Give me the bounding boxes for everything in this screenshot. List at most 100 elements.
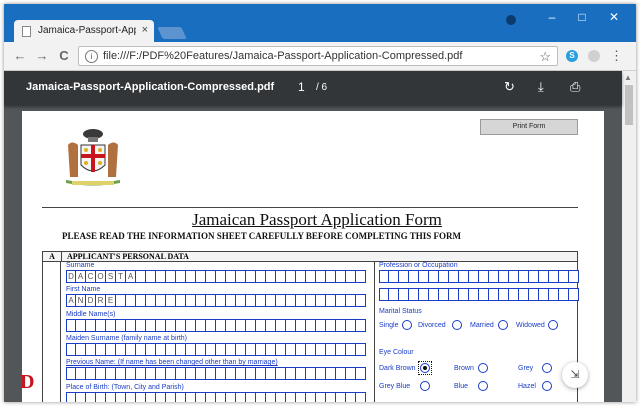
char-cell[interactable]: [276, 367, 286, 380]
char-cell[interactable]: [186, 392, 196, 402]
char-cell[interactable]: [316, 343, 326, 356]
char-cell[interactable]: [96, 343, 106, 356]
char-cell[interactable]: [116, 319, 126, 332]
char-cell[interactable]: E: [106, 294, 116, 307]
char-cell[interactable]: [346, 319, 356, 332]
char-cell[interactable]: [106, 392, 116, 402]
char-cell[interactable]: [449, 288, 459, 301]
eye-hazel-radio[interactable]: [542, 381, 552, 391]
char-cell[interactable]: [336, 392, 346, 402]
char-cell[interactable]: [569, 270, 579, 283]
char-cell[interactable]: [429, 288, 439, 301]
char-cell[interactable]: [216, 270, 226, 283]
char-cell[interactable]: [176, 294, 186, 307]
reload-icon[interactable]: C: [56, 48, 72, 63]
char-cell[interactable]: [499, 288, 509, 301]
char-cell[interactable]: [529, 270, 539, 283]
char-cell[interactable]: [156, 392, 166, 402]
char-cell[interactable]: [176, 270, 186, 283]
eye-blue-radio[interactable]: [478, 381, 488, 391]
char-cell[interactable]: [126, 343, 136, 356]
char-cell[interactable]: [286, 392, 296, 402]
page-scrollbar[interactable]: ▲: [622, 71, 636, 402]
char-cell[interactable]: [276, 294, 286, 307]
char-cell[interactable]: [549, 270, 559, 283]
char-cell[interactable]: [136, 319, 146, 332]
char-cell[interactable]: [126, 319, 136, 332]
char-cell[interactable]: [146, 343, 156, 356]
char-cell[interactable]: [236, 294, 246, 307]
char-cell[interactable]: [256, 294, 266, 307]
eye-grey-radio[interactable]: [542, 363, 552, 373]
char-cell[interactable]: [316, 319, 326, 332]
char-cell[interactable]: N: [76, 294, 86, 307]
char-cell[interactable]: [156, 367, 166, 380]
char-cell[interactable]: [296, 270, 306, 283]
char-cell[interactable]: [459, 288, 469, 301]
rotate-icon[interactable]: ↻: [504, 79, 515, 95]
char-cell[interactable]: [206, 319, 216, 332]
star-icon[interactable]: ☆: [539, 49, 551, 65]
char-cell[interactable]: [336, 294, 346, 307]
char-cell[interactable]: [419, 288, 429, 301]
char-cell[interactable]: [206, 392, 216, 402]
char-cell[interactable]: [326, 343, 336, 356]
char-cell[interactable]: [356, 343, 366, 356]
marital-widowed-radio[interactable]: [548, 320, 558, 330]
char-cell[interactable]: [186, 270, 196, 283]
char-cell[interactable]: [156, 270, 166, 283]
char-cell[interactable]: [336, 343, 346, 356]
char-cell[interactable]: [286, 319, 296, 332]
char-cell[interactable]: [419, 270, 429, 283]
char-cell[interactable]: [76, 319, 86, 332]
char-cell[interactable]: [166, 294, 176, 307]
char-cell[interactable]: [226, 392, 236, 402]
char-cell[interactable]: [479, 288, 489, 301]
char-cell[interactable]: [356, 294, 366, 307]
char-cell[interactable]: [276, 392, 286, 402]
char-cell[interactable]: [286, 270, 296, 283]
char-cell[interactable]: [529, 288, 539, 301]
char-cell[interactable]: [306, 343, 316, 356]
char-cell[interactable]: C: [86, 270, 96, 283]
char-cell[interactable]: [166, 270, 176, 283]
tab-close-icon[interactable]: ×: [142, 24, 148, 36]
char-cell[interactable]: [356, 270, 366, 283]
char-cell[interactable]: [559, 270, 569, 283]
char-cell[interactable]: [116, 367, 126, 380]
char-cell[interactable]: [236, 319, 246, 332]
char-cell[interactable]: D: [86, 294, 96, 307]
char-cell[interactable]: [156, 294, 166, 307]
char-cell[interactable]: [166, 343, 176, 356]
char-cell[interactable]: [96, 367, 106, 380]
char-cell[interactable]: [146, 294, 156, 307]
scroll-up-icon[interactable]: ▲: [624, 73, 632, 82]
tab-pdf[interactable]: Jamaica-Passport-Applica ×: [14, 20, 154, 42]
char-cell[interactable]: [346, 270, 356, 283]
char-cell[interactable]: [519, 270, 529, 283]
fit-to-page-button[interactable]: ⇲: [562, 362, 588, 388]
char-cell[interactable]: [286, 294, 296, 307]
scrollbar-thumb[interactable]: [625, 85, 633, 125]
char-cell[interactable]: [136, 294, 146, 307]
char-cell[interactable]: [286, 367, 296, 380]
char-cell[interactable]: [106, 367, 116, 380]
char-cell[interactable]: [296, 294, 306, 307]
char-cell[interactable]: [226, 319, 236, 332]
char-cell[interactable]: [316, 367, 326, 380]
char-cell[interactable]: [306, 294, 316, 307]
char-cell[interactable]: [166, 367, 176, 380]
char-cell[interactable]: [439, 270, 449, 283]
char-cell[interactable]: [469, 288, 479, 301]
char-cell[interactable]: [539, 270, 549, 283]
char-cell[interactable]: A: [66, 294, 76, 307]
char-cell[interactable]: [246, 343, 256, 356]
char-cell[interactable]: [276, 270, 286, 283]
char-cell[interactable]: [439, 288, 449, 301]
char-cell[interactable]: [459, 270, 469, 283]
char-cell[interactable]: [389, 270, 399, 283]
eye-brown-radio[interactable]: [478, 363, 488, 373]
char-cell[interactable]: [206, 343, 216, 356]
char-cell[interactable]: [236, 367, 246, 380]
char-cell[interactable]: [306, 392, 316, 402]
